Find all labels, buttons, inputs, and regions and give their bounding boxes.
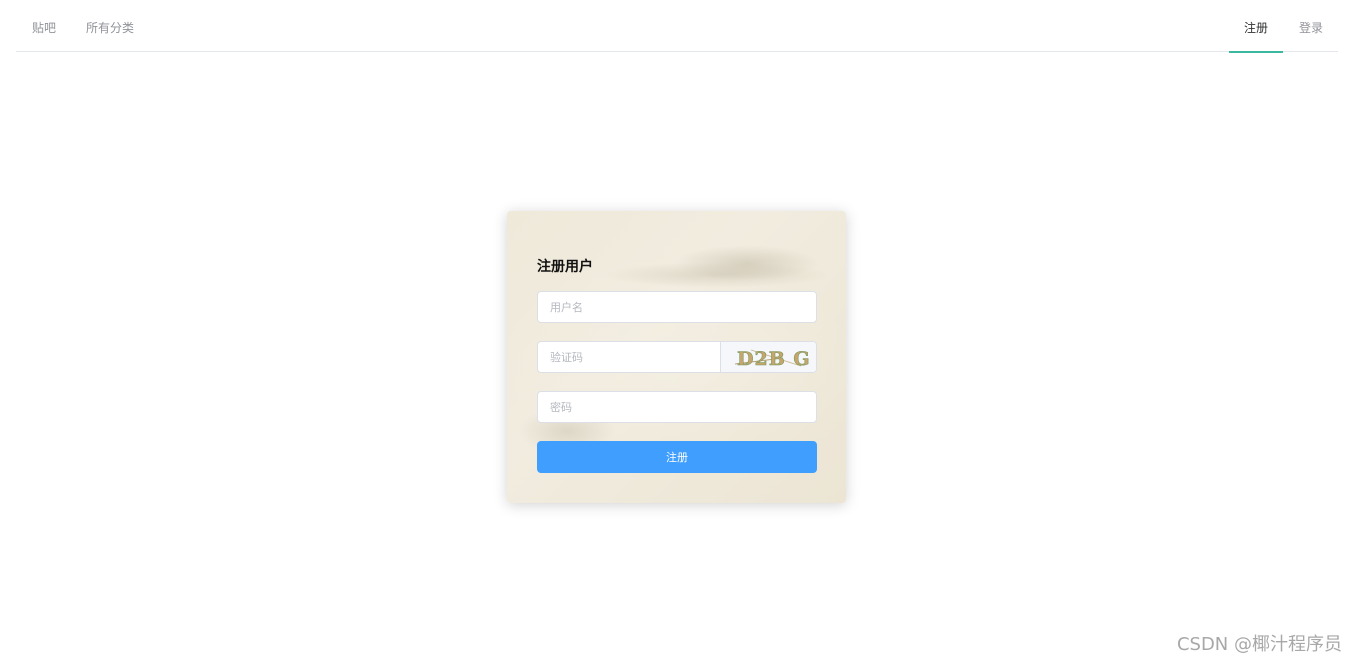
username-input[interactable] (537, 291, 817, 323)
captcha-graphic: D2B G (734, 348, 811, 370)
form-title: 注册用户 (537, 259, 593, 275)
register-submit-button[interactable]: 注册 (537, 441, 817, 473)
captcha-text: D2B G (737, 348, 811, 370)
nav-item-login[interactable]: 登录 (1299, 0, 1323, 52)
nav-item-all-categories[interactable]: 所有分类 (86, 0, 134, 52)
watermark: CSDN @椰汁程序员 (1176, 634, 1342, 655)
top-navigation: 贴吧 所有分类 注册 登录 (16, 0, 1338, 53)
password-input[interactable] (537, 391, 817, 423)
captcha-input[interactable] (538, 342, 720, 372)
nav-item-register[interactable]: 注册 (1229, 0, 1283, 53)
register-card: 注册用户 D2B G 注册 (507, 211, 846, 503)
captcha-group: D2B G (537, 341, 817, 373)
captcha-image[interactable]: D2B G (720, 342, 816, 372)
nav-item-tieba[interactable]: 贴吧 (32, 0, 56, 52)
